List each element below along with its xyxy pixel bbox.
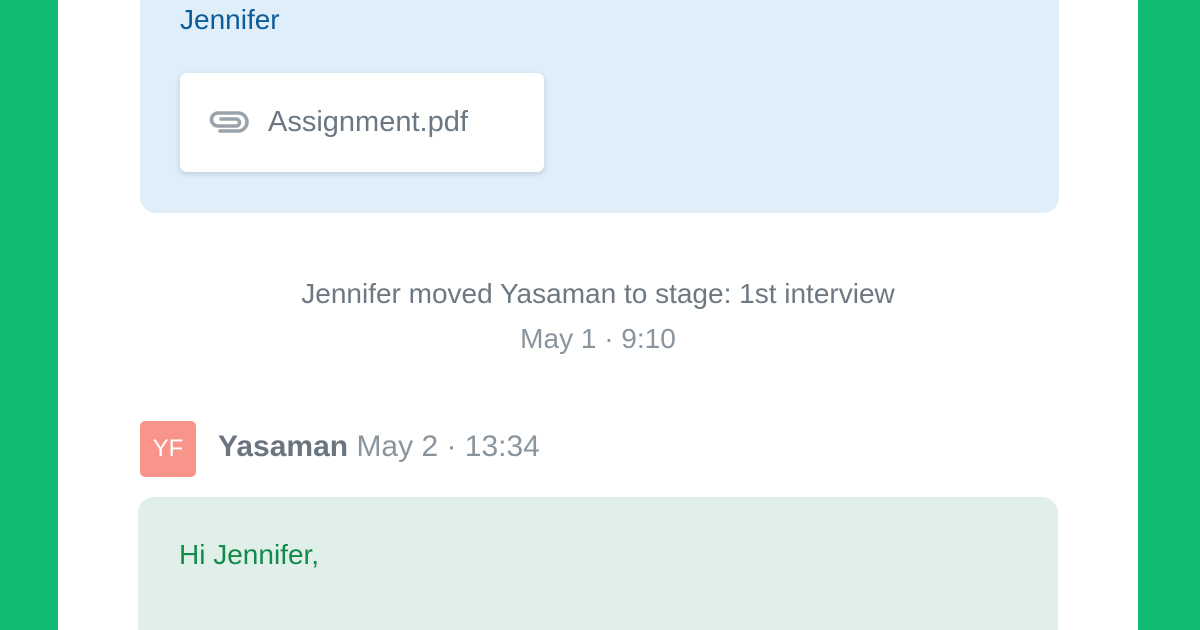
- message-sender-name: Jennifer: [180, 4, 280, 35]
- stage-change-event: Jennifer moved Yasaman to stage: 1st int…: [301, 278, 895, 309]
- message-author: Yasaman: [218, 430, 349, 463]
- conversation-panel: Jennifer Assignment.pdf Jennifer moved Y…: [58, 0, 1138, 630]
- avatar: YF: [140, 421, 196, 477]
- message-body: Hi Jennifer,: [179, 539, 320, 570]
- message-header: Yasaman May 2 · 13:34: [218, 430, 540, 464]
- attachment-filename[interactable]: Assignment.pdf: [268, 106, 468, 139]
- message-bubble-jennifer: Jennifer Assignment.pdf: [140, 0, 1059, 213]
- attachment-card[interactable]: Assignment.pdf: [180, 73, 544, 172]
- event-timestamp: May 1 · 9:10: [520, 323, 676, 354]
- paperclip-icon: [206, 107, 250, 137]
- message-timestamp: May 2 · 13:34: [356, 430, 540, 463]
- message-bubble-yasaman: Hi Jennifer,: [138, 497, 1058, 630]
